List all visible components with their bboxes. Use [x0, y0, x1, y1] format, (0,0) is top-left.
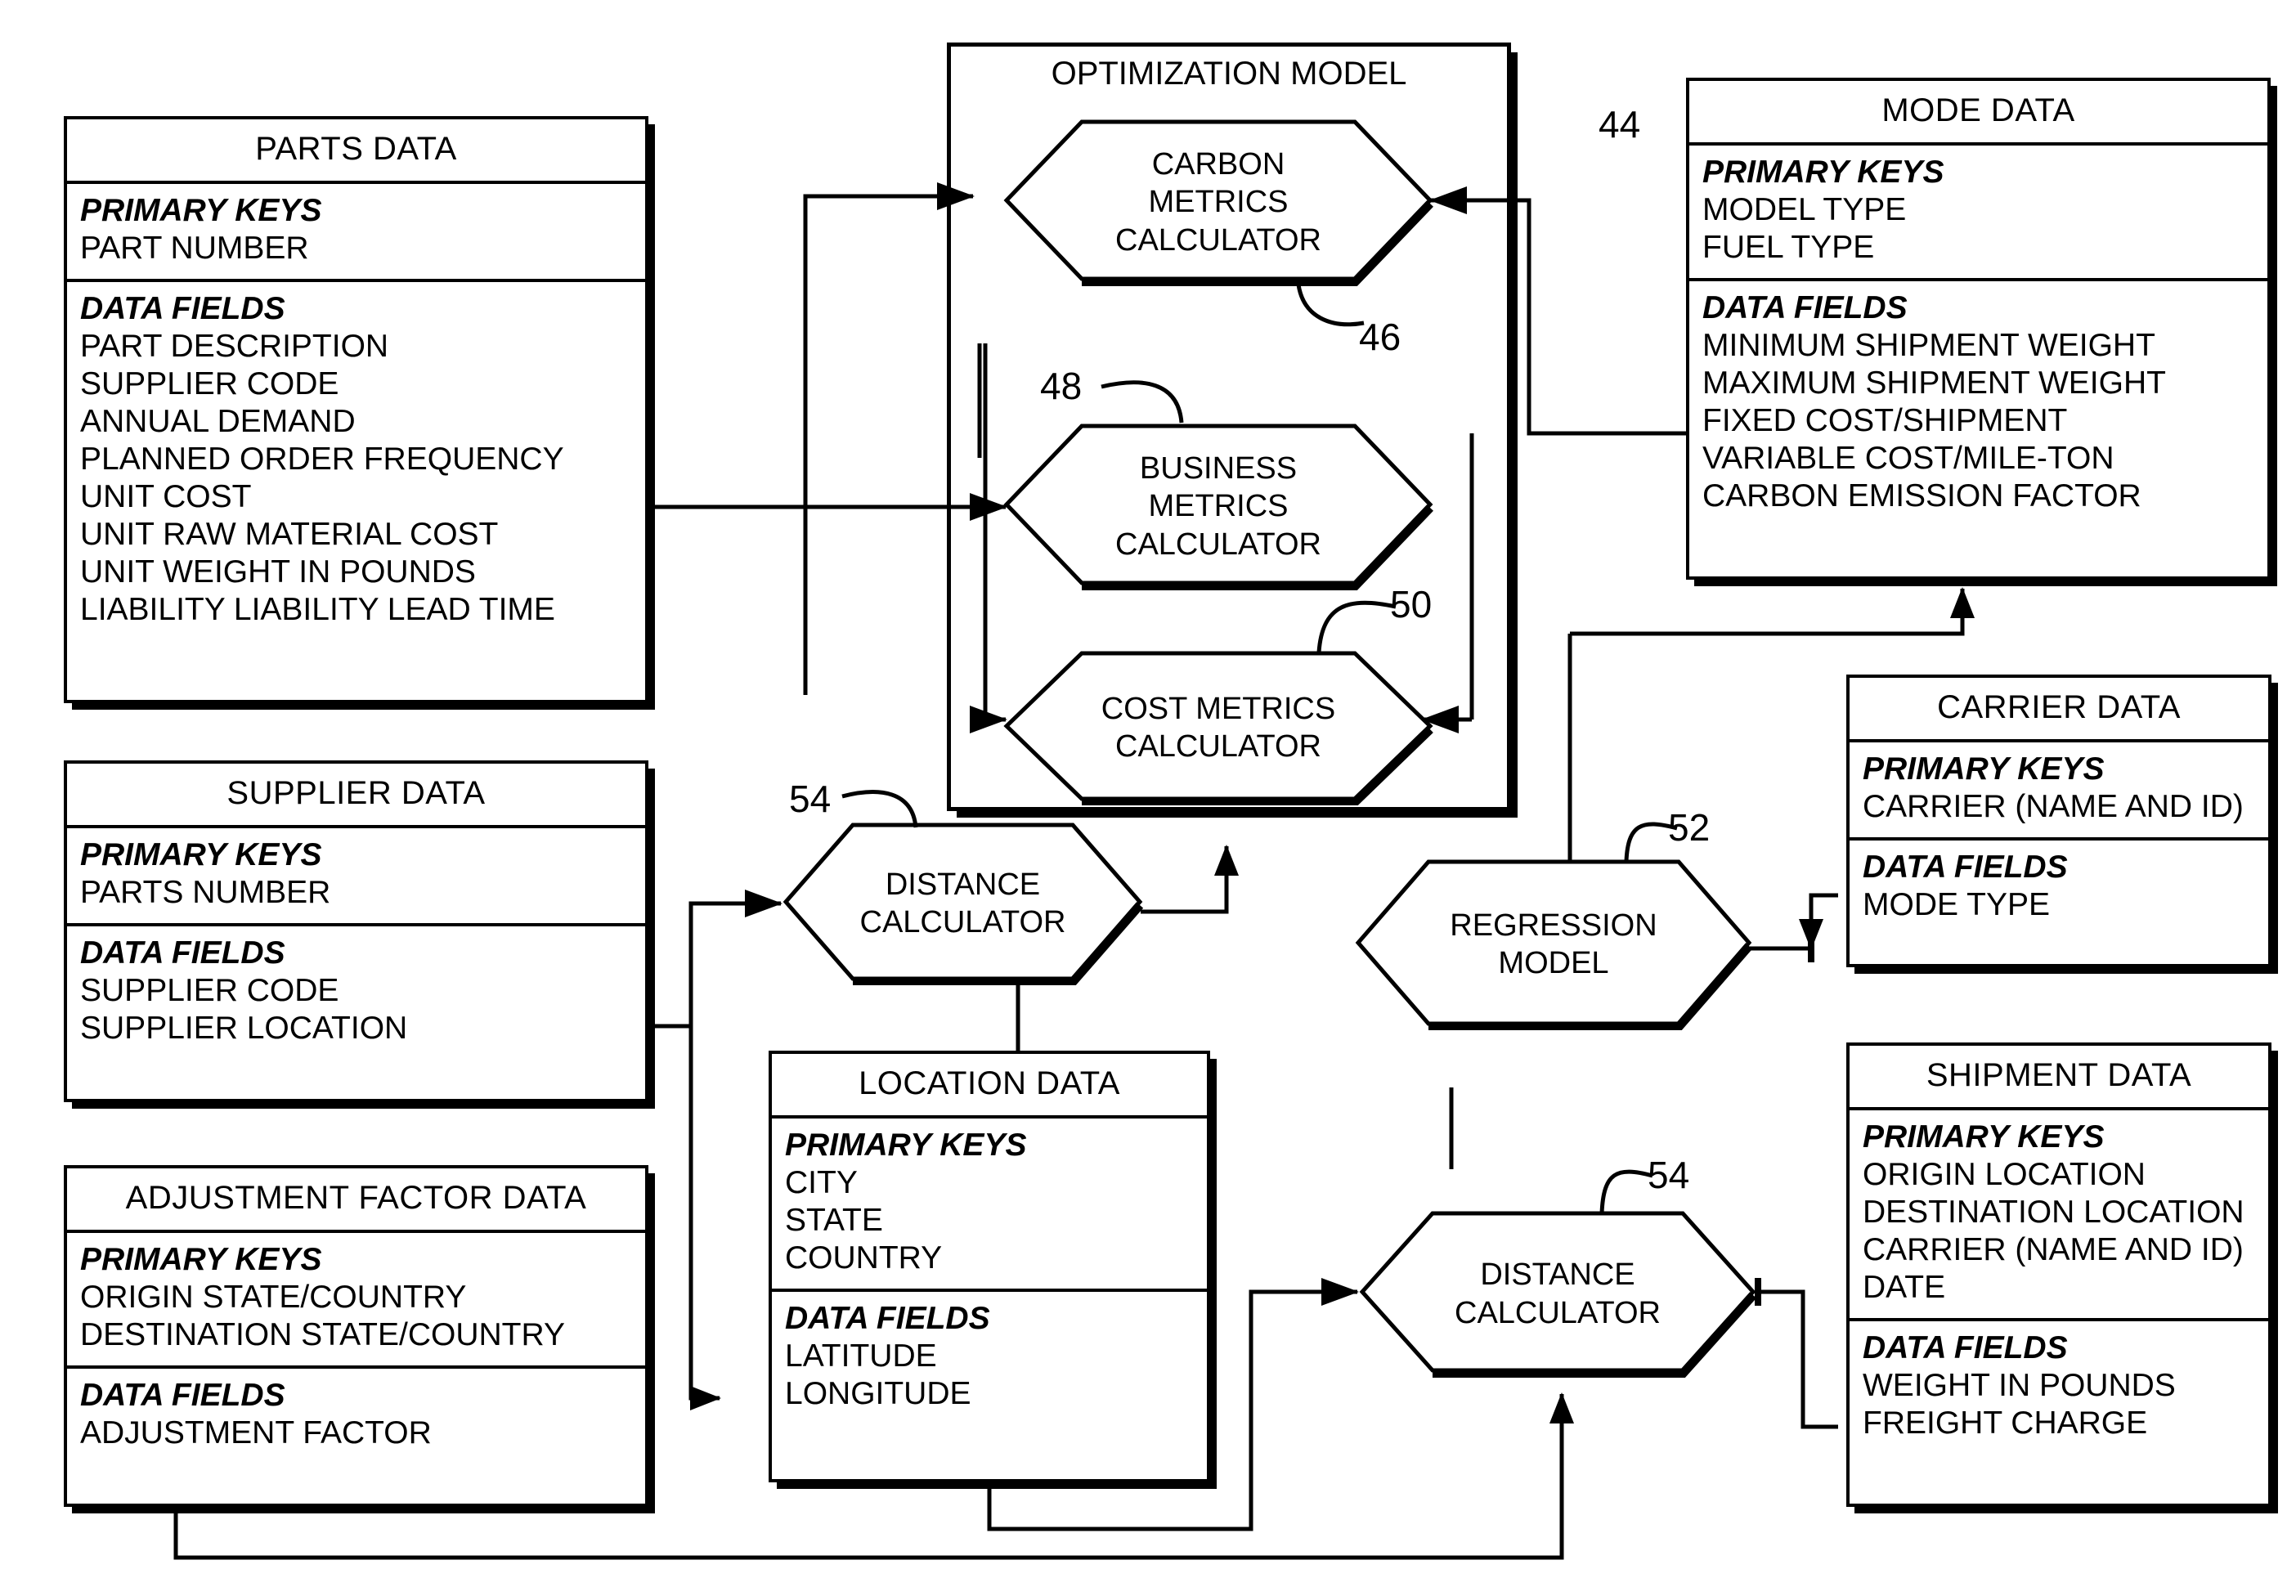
data-fields-label: DATA FIELDS	[785, 1301, 990, 1337]
ref-numeral-44: 44	[1599, 103, 1641, 146]
primary-keys-label: PRIMARY KEYS	[1863, 1119, 2105, 1154]
primary-key-item: DATE	[1863, 1270, 1946, 1306]
data-field-item: ANNUAL DEMAND	[80, 404, 356, 440]
data-field-item: FREIGHT CHARGE	[1863, 1405, 2148, 1441]
primary-keys-section: PRIMARY KEYS ORIGIN STATE/COUNTRY DESTIN…	[67, 1233, 645, 1370]
primary-keys-label: PRIMARY KEYS	[1702, 155, 1944, 190]
data-fields-label: DATA FIELDS	[80, 1378, 285, 1414]
data-fields-label: DATA FIELDS	[1863, 850, 2068, 885]
primary-key-item: PARTS NUMBER	[80, 875, 331, 911]
entity-title: MODE DATA	[1689, 81, 2267, 146]
data-field-item: UNIT RAW MATERIAL COST	[80, 517, 499, 553]
process-distance-calculator-left: DISTANCE CALCULATOR	[781, 822, 1145, 985]
entity-title: SUPPLIER DATA	[67, 764, 645, 828]
process-carbon-metrics-calculator: CARBON METRICS CALCULATOR	[1002, 119, 1435, 286]
process-regression-model: REGRESSION MODEL	[1353, 859, 1754, 1030]
data-field-item: LONGITUDE	[785, 1376, 971, 1412]
primary-keys-label: PRIMARY KEYS	[80, 193, 322, 228]
entity-parts-data: PARTS DATA PRIMARY KEYS PART NUMBER DATA…	[64, 116, 648, 703]
primary-key-item: CARRIER (NAME AND ID)	[1863, 1232, 2244, 1268]
data-field-item: MINIMUM SHIPMENT WEIGHT	[1702, 328, 2155, 364]
leader-line-48	[1101, 380, 1184, 424]
primary-key-item: COUNTRY	[785, 1240, 943, 1276]
leader-line-54-left	[841, 790, 918, 828]
primary-key-item: ORIGIN STATE/COUNTRY	[80, 1280, 467, 1316]
primary-keys-section: PRIMARY KEYS CITY STATE COUNTRY	[772, 1119, 1207, 1293]
leader-line-46	[1296, 284, 1365, 327]
primary-keys-label: PRIMARY KEYS	[80, 1242, 322, 1277]
patent-diagram-canvas: OPTIMIZATION MODEL 44 PARTS DATA PRIMARY…	[0, 0, 2296, 1596]
data-fields-label: DATA FIELDS	[1702, 290, 1908, 326]
process-distance-calculator-right: DISTANCE CALCULATOR	[1357, 1210, 1758, 1378]
data-fields-section: DATA FIELDS MINIMUM SHIPMENT WEIGHT MAXI…	[1689, 281, 2267, 527]
primary-keys-label: PRIMARY KEYS	[80, 837, 322, 872]
data-fields-section: DATA FIELDS WEIGHT IN POUNDS FREIGHT CHA…	[1850, 1321, 2268, 1454]
data-field-item: PART DESCRIPTION	[80, 329, 389, 365]
data-field-item: ADJUSTMENT FACTOR	[80, 1415, 432, 1451]
data-field-item: MODE TYPE	[1863, 887, 2050, 923]
entity-title: LOCATION DATA	[772, 1054, 1207, 1119]
entity-title: PARTS DATA	[67, 119, 645, 184]
primary-keys-section: PRIMARY KEYS PART NUMBER	[67, 184, 645, 283]
data-field-item: SUPPLIER LOCATION	[80, 1011, 408, 1047]
entity-title: ADJUSTMENT FACTOR DATA	[67, 1168, 645, 1233]
data-field-item: LIABILITY LIABILITY LEAD TIME	[80, 592, 555, 628]
data-field-item: SUPPLIER CODE	[80, 366, 339, 402]
data-field-item: CARBON EMISSION FACTOR	[1702, 478, 2141, 514]
data-fields-section: DATA FIELDS LATITUDE LONGITUDE	[772, 1292, 1207, 1424]
primary-key-item: DESTINATION LOCATION	[1863, 1195, 2244, 1231]
data-field-item: LATITUDE	[785, 1338, 937, 1374]
data-fields-label: DATA FIELDS	[1863, 1330, 2068, 1366]
entity-shipment-data: SHIPMENT DATA PRIMARY KEYS ORIGIN LOCATI…	[1846, 1042, 2271, 1507]
data-fields-section: DATA FIELDS ADJUSTMENT FACTOR	[67, 1369, 645, 1464]
entity-supplier-data: SUPPLIER DATA PRIMARY KEYS PARTS NUMBER …	[64, 760, 648, 1102]
optimization-model-title: OPTIMIZATION MODEL	[1051, 56, 1407, 92]
leader-line-50	[1316, 600, 1397, 653]
data-field-item: UNIT COST	[80, 479, 252, 515]
process-business-metrics-calculator: BUSINESS METRICS CALCULATOR	[1002, 423, 1435, 590]
data-field-item: WEIGHT IN POUNDS	[1863, 1368, 2176, 1404]
entity-title: SHIPMENT DATA	[1850, 1046, 2268, 1110]
data-field-item: PLANNED ORDER FREQUENCY	[80, 442, 564, 477]
primary-key-item: DESTINATION STATE/COUNTRY	[80, 1317, 565, 1353]
data-fields-label: DATA FIELDS	[80, 291, 285, 327]
primary-key-item: FUEL TYPE	[1702, 230, 1875, 266]
data-field-item: SUPPLIER CODE	[80, 973, 339, 1009]
primary-key-item: ORIGIN LOCATION	[1863, 1157, 2146, 1193]
primary-keys-label: PRIMARY KEYS	[785, 1128, 1027, 1163]
data-fields-section: DATA FIELDS MODE TYPE	[1850, 841, 2268, 935]
data-fields-section: DATA FIELDS SUPPLIER CODE SUPPLIER LOCAT…	[67, 926, 645, 1059]
ref-numeral-54-left: 54	[789, 778, 832, 820]
data-field-item: MAXIMUM SHIPMENT WEIGHT	[1702, 365, 2166, 401]
primary-key-item: MODEL TYPE	[1702, 192, 1907, 228]
leader-line-54-right	[1599, 1169, 1653, 1214]
primary-keys-label: PRIMARY KEYS	[1863, 751, 2105, 787]
data-field-item: FIXED COST/SHIPMENT	[1702, 403, 2068, 439]
entity-mode-data: MODE DATA PRIMARY KEYS MODEL TYPE FUEL T…	[1686, 78, 2271, 580]
entity-carrier-data: CARRIER DATA PRIMARY KEYS CARRIER (NAME …	[1846, 675, 2271, 967]
data-field-item: VARIABLE COST/MILE-TON	[1702, 441, 2114, 477]
data-fields-section: DATA FIELDS PART DESCRIPTION SUPPLIER CO…	[67, 282, 645, 640]
process-cost-metrics-calculator: COST METRICS CALCULATOR	[1002, 650, 1435, 805]
primary-keys-section: PRIMARY KEYS ORIGIN LOCATION DESTINATION…	[1850, 1110, 2268, 1322]
data-fields-label: DATA FIELDS	[80, 935, 285, 971]
entity-title: CARRIER DATA	[1850, 678, 2268, 742]
leader-line-52	[1624, 822, 1678, 862]
entity-location-data: LOCATION DATA PRIMARY KEYS CITY STATE CO…	[769, 1051, 1210, 1482]
primary-key-item: CITY	[785, 1165, 858, 1201]
primary-key-item: STATE	[785, 1203, 883, 1239]
primary-keys-section: PRIMARY KEYS MODEL TYPE FUEL TYPE	[1689, 146, 2267, 282]
primary-keys-section: PRIMARY KEYS PARTS NUMBER	[67, 828, 645, 927]
primary-key-item: PART NUMBER	[80, 231, 309, 267]
primary-key-item: CARRIER (NAME AND ID)	[1863, 789, 2244, 825]
entity-adjustment-factor-data: ADJUSTMENT FACTOR DATA PRIMARY KEYS ORIG…	[64, 1165, 648, 1507]
ref-numeral-48: 48	[1040, 365, 1083, 407]
primary-keys-section: PRIMARY KEYS CARRIER (NAME AND ID)	[1850, 742, 2268, 841]
data-field-item: UNIT WEIGHT IN POUNDS	[80, 554, 476, 590]
